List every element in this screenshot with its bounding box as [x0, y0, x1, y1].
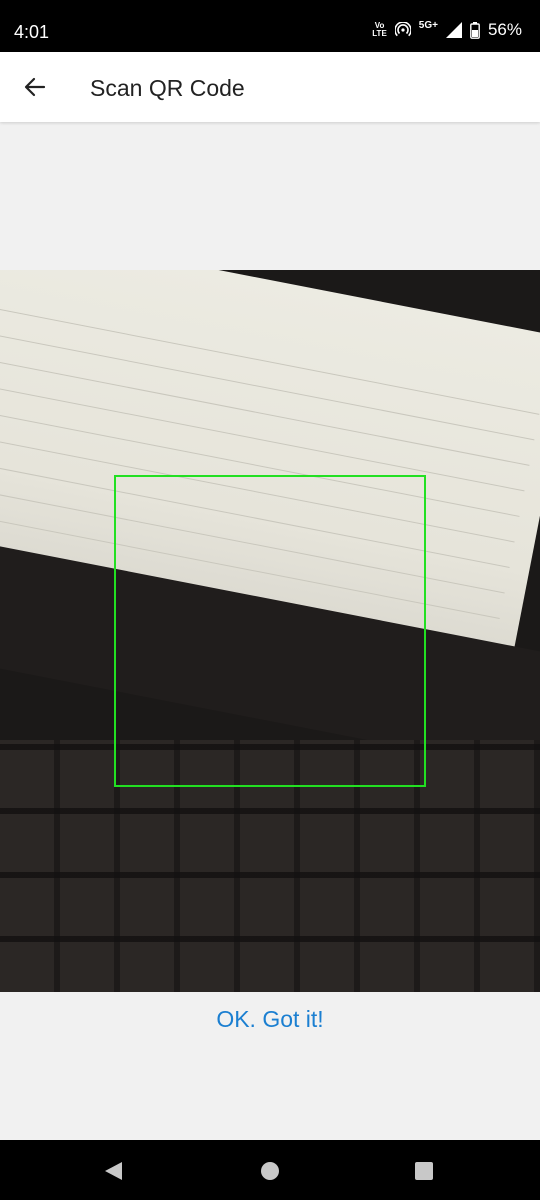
ok-got-it-button[interactable]: OK. Got it! [0, 1006, 540, 1033]
qr-scan-frame [114, 475, 426, 787]
battery-icon [470, 21, 480, 39]
system-nav-bar [0, 1140, 540, 1200]
hotspot-icon [394, 22, 411, 37]
status-bar: 4:01 Vo LTE 5G+ 56% [0, 0, 540, 52]
square-recents-icon [415, 1162, 433, 1180]
status-icons: Vo LTE 5G+ 56% [372, 20, 522, 40]
status-time: 4:01 [14, 22, 50, 42]
battery-percentage: 56% [487, 20, 522, 39]
volte-indicator: Vo LTE [372, 21, 387, 38]
signal-icon [445, 22, 462, 38]
nav-home-button[interactable] [257, 1158, 283, 1184]
nav-recents-button[interactable] [411, 1158, 437, 1184]
app-bar: Scan QR Code [0, 52, 540, 122]
back-button[interactable] [14, 66, 56, 108]
circle-home-icon [261, 1162, 279, 1180]
camera-preview [0, 270, 540, 992]
arrow-left-icon [24, 77, 46, 97]
network-type: 5G+ [418, 19, 438, 31]
triangle-back-icon [105, 1162, 122, 1180]
nav-back-button[interactable] [100, 1158, 126, 1184]
page-title: Scan QR Code [90, 75, 245, 101]
